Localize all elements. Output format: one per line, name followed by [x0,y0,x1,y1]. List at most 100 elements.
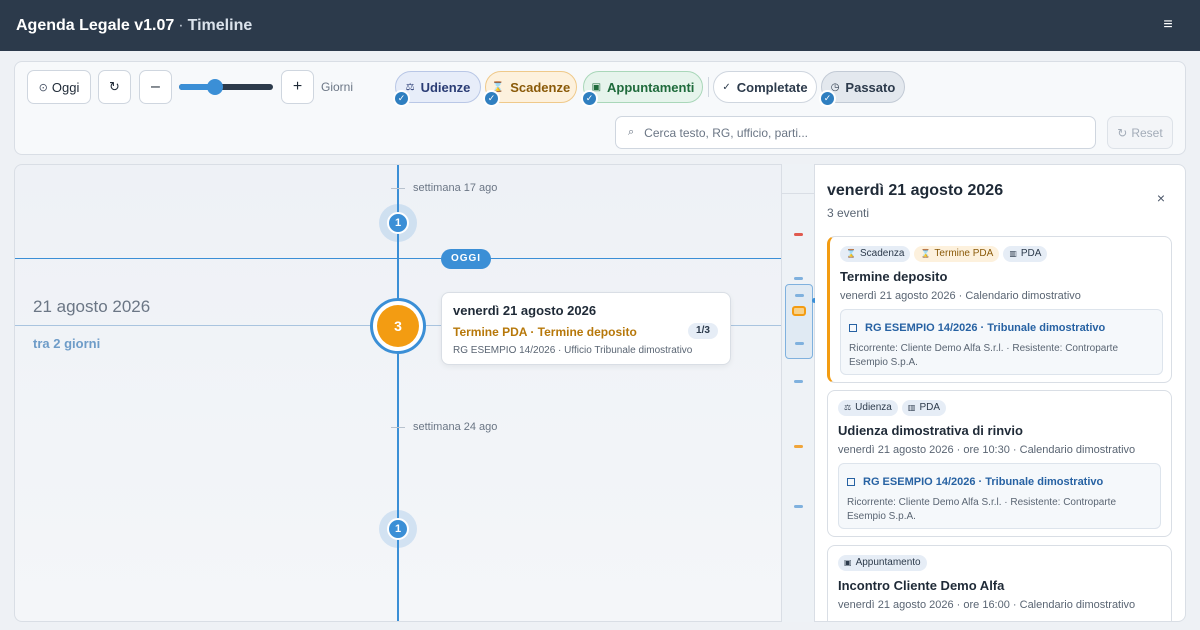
reset-icon: ↻ [1117,125,1128,140]
case-link[interactable]: RG ESEMPIO 14/2026 · Tribunale dimostrat… [849,322,1154,334]
checkmark-icon: ✓ [581,90,598,107]
case-box[interactable]: RG ESEMPIO 14/2026 · Tribunale dimostrat… [840,309,1163,375]
week-event-marker[interactable]: 1 [379,204,417,242]
minimap-viewport[interactable] [785,284,817,359]
checkmark-icon: ✓ [483,90,500,107]
event-tags: ⚖ Udienza ▥ PDA [838,400,946,416]
filter-completate[interactable]: ✓ Completate [713,71,817,103]
zoom-slider-handle[interactable] [206,79,223,95]
minimap-divider [782,193,816,194]
card-pager[interactable]: 1/3 [688,323,718,339]
grid-icon: ▥ [907,403,916,412]
minimap-marker [794,505,803,508]
zoom-out-button[interactable]: – [139,70,172,104]
tag-udienza: ⚖ Udienza [838,400,898,416]
relative-date-label: tra 2 giorni [33,336,101,351]
minimap-marker [794,233,803,236]
panel-event-count: 3 eventi [827,206,870,220]
close-icon[interactable]: × [1157,190,1165,206]
minimap-marker [795,342,804,345]
case-title: RG ESEMPIO 14/2026 · Tribunale dimostrat… [863,476,1104,488]
tag-pda: ▥ PDA [1003,246,1048,262]
tag-pda: ▥ PDA [901,400,946,416]
tag-termine-pda: ⌛ Termine PDA [914,246,1000,262]
week-event-marker[interactable]: 1 [379,510,417,548]
target-icon: ⊙ [38,81,48,94]
reset-button-label: Reset [1131,125,1163,140]
case-link[interactable]: RG ESEMPIO 14/2026 · Tribunale dimostrat… [847,476,1152,488]
week-tick [391,427,405,428]
folder-icon [847,478,855,486]
timeline-minimap[interactable] [781,164,817,622]
card-event-detail: RG ESEMPIO 14/2026 · Ufficio Tribunale d… [453,345,693,356]
event-subtitle: venerdì 21 agosto 2026 · ore 16:00 · Cal… [838,599,1136,611]
tag-label: PDA [1020,248,1042,259]
grid-icon: ▥ [1009,249,1017,258]
selected-day-marker[interactable]: 3 [370,298,426,354]
tag-label: PDA [919,402,940,413]
filter-passato[interactable]: ◷ Passato ✓ [819,71,905,107]
hourglass-icon: ⌛ [920,249,931,258]
check-icon: ✓ [722,81,731,93]
filter-scadenze-label: Scadenze [510,79,571,95]
plus-icon: + [292,78,303,95]
calendar-icon: ▣ [844,558,852,567]
hourglass-icon: ⌛ [846,249,856,258]
today-line [15,258,782,259]
minus-icon: – [151,78,160,95]
timeline-canvas[interactable]: settimana 17 ago 1 OGGI 21 agosto 2026 t… [14,164,782,622]
filter-scadenze[interactable]: ⌛ Scadenze ✓ [483,71,577,107]
today-button[interactable]: ⊙ Oggi [27,70,91,104]
timeline-event-card[interactable]: venerdì 21 agosto 2026 Termine PDA · Ter… [441,292,731,365]
case-parties: Ricorrente: Cliente Demo Alfa S.r.l. · R… [847,497,1117,522]
reset-button[interactable]: ↻ Reset [1107,116,1173,149]
tag-scadenza: ⌛ Scadenza [840,246,911,262]
minimap-marker [794,277,803,280]
filter-divider [708,77,709,97]
search-input[interactable] [644,125,1065,140]
event-card[interactable]: ⌛ Scadenza ⌛ Termine PDA ▥ PDA Termine d… [827,236,1172,383]
filter-udienze[interactable]: ⚖ Udienze ✓ [393,71,481,107]
selected-day-count: 3 [377,305,419,347]
app-header: Agenda Legale v1.07 · Timeline ≡ [0,0,1200,51]
case-box[interactable]: RG ESEMPIO 14/2026 · Tribunale dimostrat… [838,463,1161,529]
filter-appuntamenti-label: Appuntamenti [607,79,695,95]
event-title: Udienza dimostrativa di rinvio [838,423,1023,438]
event-card[interactable]: ▣ Appuntamento Incontro Cliente Demo Alf… [827,545,1172,621]
zoom-unit-label: Giorni [321,80,354,94]
filter-passato-label: Passato [845,79,896,95]
checkmark-icon: ✓ [819,90,836,107]
hamburger-menu-icon[interactable]: ≡ [1160,15,1176,35]
week-label: settimana 17 ago [413,182,498,194]
today-button-label: Oggi [51,79,80,95]
search-box[interactable]: ⌕ [615,116,1096,149]
event-card[interactable]: ⚖ Udienza ▥ PDA Udienza dimostrativa di … [827,390,1172,537]
toolbar: ⊙ Oggi ↻ – + Giorni ⚖ Udienze ✓ ⌛ Scaden… [14,61,1186,155]
filter-appuntamenti[interactable]: ▣ Appuntamenti ✓ [581,71,703,107]
tag-label: Termine PDA [934,248,994,259]
gavel-icon: ⚖ [844,403,852,412]
checkmark-icon: ✓ [393,90,410,107]
minimap-marker [794,380,803,383]
week-label: settimana 24 ago [413,421,498,433]
filter-udienze-label: Udienze [420,79,471,95]
minimap-current-marker [792,306,806,316]
filter-completate-label: Completate [736,79,808,95]
today-badge: OGGI [441,249,491,269]
event-tags: ▣ Appuntamento [838,555,927,571]
zoom-in-button[interactable]: + [281,70,314,104]
zoom-slider[interactable] [179,79,273,95]
event-title: Incontro Cliente Demo Alfa [838,578,1005,593]
day-detail-panel: venerdì 21 agosto 2026 3 eventi × ⌛ Scad… [815,164,1186,622]
title-separator: · [178,16,184,34]
folder-icon [849,324,857,332]
case-title: RG ESEMPIO 14/2026 · Tribunale dimostrat… [865,322,1106,334]
view-title: Timeline [187,16,253,34]
panel-title: venerdì 21 agosto 2026 [827,182,1004,199]
minimap-marker [794,445,803,448]
minimap-marker [795,294,804,297]
event-title: Termine deposito [840,269,948,284]
card-date: venerdì 21 agosto 2026 [453,303,597,318]
selected-date-label: 21 agosto 2026 [33,297,151,316]
refresh-button[interactable]: ↻ [98,70,131,104]
